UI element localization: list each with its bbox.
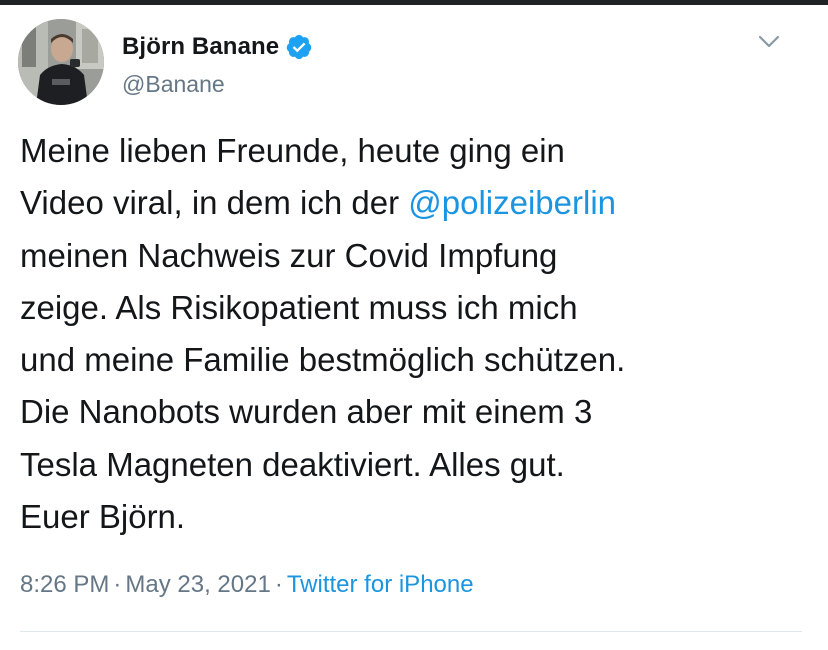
meta-separator: · xyxy=(274,571,283,598)
tweet-line-3: meinen Nachweis zur Covid Impfung xyxy=(20,236,558,274)
tweet-meta: 8:26 PM · May 23, 2021 · Twitter for iPhone xyxy=(20,571,474,599)
name-row: Björn Banane xyxy=(122,31,313,63)
tweet-line-7: Tesla Magneten deaktiviert. Alles gut. xyxy=(20,445,565,483)
tweet-time[interactable]: 8:26 PM xyxy=(20,571,109,598)
tweet-source-link[interactable]: Twitter for iPhone xyxy=(287,571,474,598)
mention-link[interactable]: @polizeiberlin xyxy=(408,184,616,221)
tweet-line-6: Die Nanobots wurden aber mit einem 3 xyxy=(20,393,593,431)
verified-badge-icon xyxy=(285,33,313,61)
chevron-down-icon[interactable] xyxy=(754,27,784,57)
tweet-date[interactable]: May 23, 2021 xyxy=(125,571,270,598)
tweet-card: Björn Banane @Banane Meine lieben Freund… xyxy=(0,5,828,650)
user-handle[interactable]: @Banane xyxy=(122,71,225,98)
divider xyxy=(20,631,802,632)
tweet-line-5: und meine Familie bestmöglich schützen. xyxy=(20,341,626,379)
tweet-line-4: zeige. Als Risikopatient muss ich mich xyxy=(20,288,578,326)
tweet-line-8: Euer Björn. xyxy=(20,498,186,536)
meta-separator: · xyxy=(113,571,122,598)
tweet-text: Meine lieben Freunde, heute ging ein Vid… xyxy=(20,125,810,543)
tweet-line-2: Video viral, in dem ich der @polizeiberl… xyxy=(20,177,810,229)
tweet-line-1: Meine lieben Freunde, heute ging ein xyxy=(20,132,565,169)
tweet-line-2-text: Video viral, in dem ich der xyxy=(20,184,409,222)
display-name[interactable]: Björn Banane xyxy=(122,33,279,61)
avatar[interactable] xyxy=(18,19,104,105)
